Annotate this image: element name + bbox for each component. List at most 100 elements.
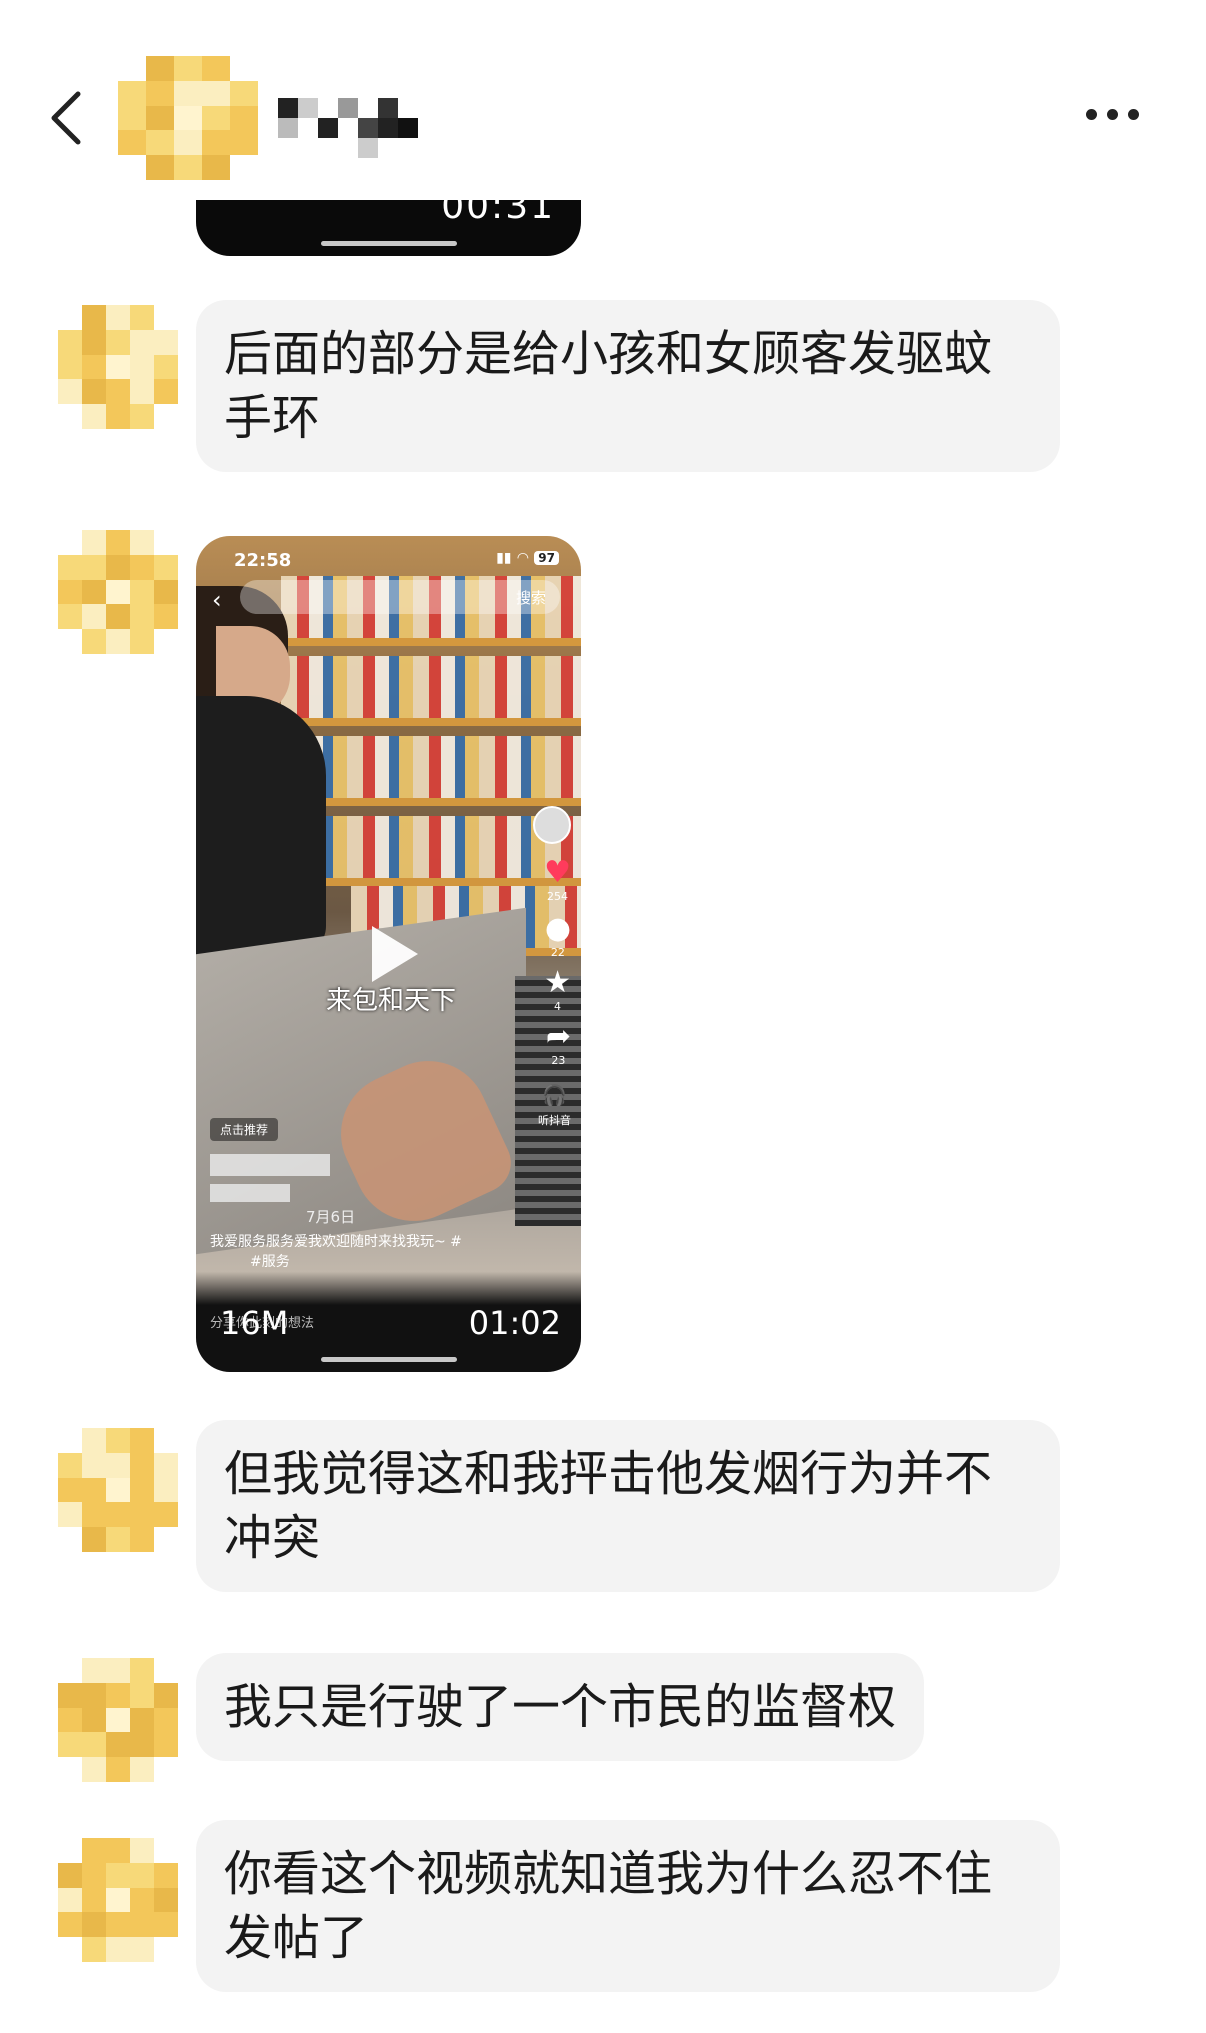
message-bubble[interactable]: 但我觉得这和我抨击他发烟行为并不冲突 [196,1420,1060,1592]
mosaic-pixel [58,1732,82,1758]
mosaic-pixel [118,80,146,106]
comment-icon: ● 22 [544,911,571,960]
mosaic-pixel [130,1862,154,1888]
play-icon[interactable] [372,926,418,982]
mosaic-pixel [106,1707,130,1733]
mosaic-pixel [106,379,130,405]
mosaic-pixel [298,98,318,118]
mosaic-pixel [58,1887,82,1913]
mosaic-pixel [202,130,230,156]
dot [1107,108,1118,120]
video-message-cropped[interactable]: 00:31 [196,186,581,256]
mosaic-pixel [82,1838,106,1863]
mosaic-pixel [202,80,230,106]
mosaic-pixel [154,1707,178,1733]
contact-avatar[interactable] [118,56,258,181]
mosaic-pixel [146,105,174,131]
mosaic-pixel [106,629,130,655]
mosaic-pixel [130,329,154,355]
mosaic-pixel [146,56,174,81]
mosaic-pixel [146,130,174,156]
favorite-count: 4 [554,1000,562,1013]
mosaic-pixel [82,354,106,380]
more-options-icon[interactable] [1086,104,1152,124]
mosaic-pixel [130,1887,154,1913]
mosaic-pixel [154,379,178,405]
sender-avatar[interactable] [58,305,178,430]
status-time: 22:58 [234,550,292,571]
mosaic-pixel [106,1757,130,1783]
search-label: 搜索 [515,589,546,607]
person-body [196,696,326,956]
video-message[interactable]: 22:58 ▮▮ ◠ 97 ‹ 搜索 来包和天下 ♥ 254 ● 22 ★ 4 ➦ 23… [196,536,581,1372]
mosaic-pixel [106,1682,130,1708]
description-line: 我爱服务服务爱我欢迎随时来找我玩~ # [210,1234,462,1250]
mosaic-pixel [82,1477,106,1503]
mosaic-pixel [58,604,82,630]
mosaic-pixel [106,1732,130,1758]
listen-icon: 🎧 听抖音 [538,1083,571,1127]
mosaic-pixel [82,1862,106,1888]
shelf [281,736,581,806]
message-bubble[interactable]: 你看这个视频就知道我为什么忍不住发帖了 [196,1820,1060,1992]
status-icons: ▮▮ ◠ 97 [496,550,559,566]
dot [1128,108,1139,120]
message-bubble[interactable]: 后面的部分是给小孩和女顾客发驱蚊手环 [196,300,1060,472]
mosaic-pixel [58,1862,82,1888]
mosaic-pixel [58,554,82,580]
redacted-username [210,1154,330,1176]
sender-avatar[interactable] [58,1658,178,1783]
mosaic-pixel [82,1937,106,1963]
mosaic-pixel [82,1682,106,1708]
mosaic-pixel [154,554,178,580]
mosaic-pixel [82,404,106,430]
message-bubble[interactable]: 我只是行驶了一个市民的监督权 [196,1653,925,1761]
mosaic-pixel [230,130,258,156]
mosaic-pixel [174,155,202,181]
message-text: 你看这个视频就知道我为什么忍不住发帖了 [224,1846,993,1966]
sender-avatar[interactable] [58,1428,178,1553]
back-chevron-icon[interactable] [44,88,88,148]
mosaic-pixel [106,1887,130,1913]
dot [1086,108,1097,120]
mosaic-pixel [106,554,130,580]
mosaic-pixel [154,1862,178,1888]
mosaic-pixel [82,1658,106,1683]
home-indicator [321,241,457,246]
mosaic-pixel [106,579,130,605]
mosaic-pixel [106,1527,130,1553]
file-size: 16M [220,1304,289,1342]
mosaic-pixel [106,1477,130,1503]
mosaic-pixel [146,155,174,181]
mosaic-pixel [130,629,154,655]
description-line: #服务 [250,1254,290,1270]
mosaic-pixel [106,1658,130,1683]
mosaic-pixel [106,354,130,380]
mosaic-pixel [202,56,230,81]
redacted-username [210,1184,290,1202]
mosaic-pixel [106,1428,130,1453]
mosaic-pixel [82,554,106,580]
mosaic-pixel [82,1502,106,1528]
mosaic-pixel [278,98,298,118]
video-date: 7月6日 [306,1208,356,1226]
mosaic-pixel [154,329,178,355]
sender-avatar[interactable] [58,530,178,655]
mosaic-pixel [130,1732,154,1758]
mosaic-pixel [106,1452,130,1478]
home-indicator [321,1357,457,1362]
message-text: 但我觉得这和我抨击他发烟行为并不冲突 [224,1446,993,1566]
shelf [281,656,581,726]
mosaic-pixel [174,105,202,131]
message-text: 我只是行驶了一个市民的监督权 [224,1679,897,1735]
sender-avatar[interactable] [58,1838,178,1963]
mosaic-pixel [82,1732,106,1758]
mosaic-pixel [82,629,106,655]
comment-count: 22 [550,946,565,959]
wifi-icon: ◠ [517,550,529,566]
mosaic-pixel [106,404,130,430]
mosaic-pixel [154,1502,178,1528]
mosaic-pixel [130,1452,154,1478]
mosaic-pixel [106,530,130,555]
like-count: 254 [547,890,569,903]
